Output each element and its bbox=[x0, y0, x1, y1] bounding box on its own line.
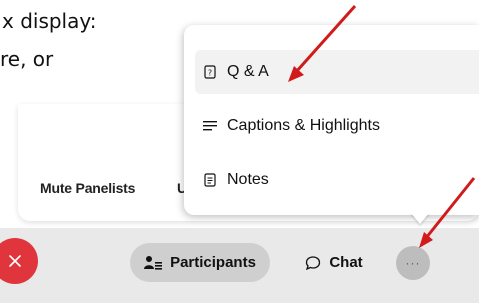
participants-icon bbox=[144, 255, 163, 270]
more-icon: ··· bbox=[405, 256, 421, 270]
more-options-button[interactable]: ··· bbox=[396, 246, 430, 280]
menu-pointer bbox=[410, 212, 430, 224]
document-text-line: re, or bbox=[0, 47, 54, 71]
menu-item-qa[interactable]: ? Q & A bbox=[195, 50, 479, 94]
captions-icon bbox=[203, 120, 217, 132]
menu-item-label: Captions & Highlights bbox=[227, 117, 380, 134]
chat-button[interactable]: Chat bbox=[290, 243, 378, 282]
participants-button[interactable]: Participants bbox=[130, 243, 270, 282]
document-text-line: x display: bbox=[2, 9, 97, 33]
chat-icon bbox=[306, 255, 321, 270]
svg-text:?: ? bbox=[208, 69, 212, 78]
notes-icon bbox=[203, 173, 217, 187]
menu-item-captions[interactable]: Captions & Highlights bbox=[195, 104, 479, 148]
menu-item-notes[interactable]: Notes bbox=[195, 158, 479, 202]
chat-label: Chat bbox=[329, 254, 363, 271]
close-icon bbox=[9, 255, 21, 267]
menu-item-label: Notes bbox=[227, 171, 269, 188]
menu-item-label: Q & A bbox=[227, 63, 269, 80]
mute-panelists-button[interactable]: Mute Panelists bbox=[40, 180, 135, 196]
qa-icon: ? bbox=[203, 65, 217, 79]
participants-label: Participants bbox=[170, 254, 256, 271]
